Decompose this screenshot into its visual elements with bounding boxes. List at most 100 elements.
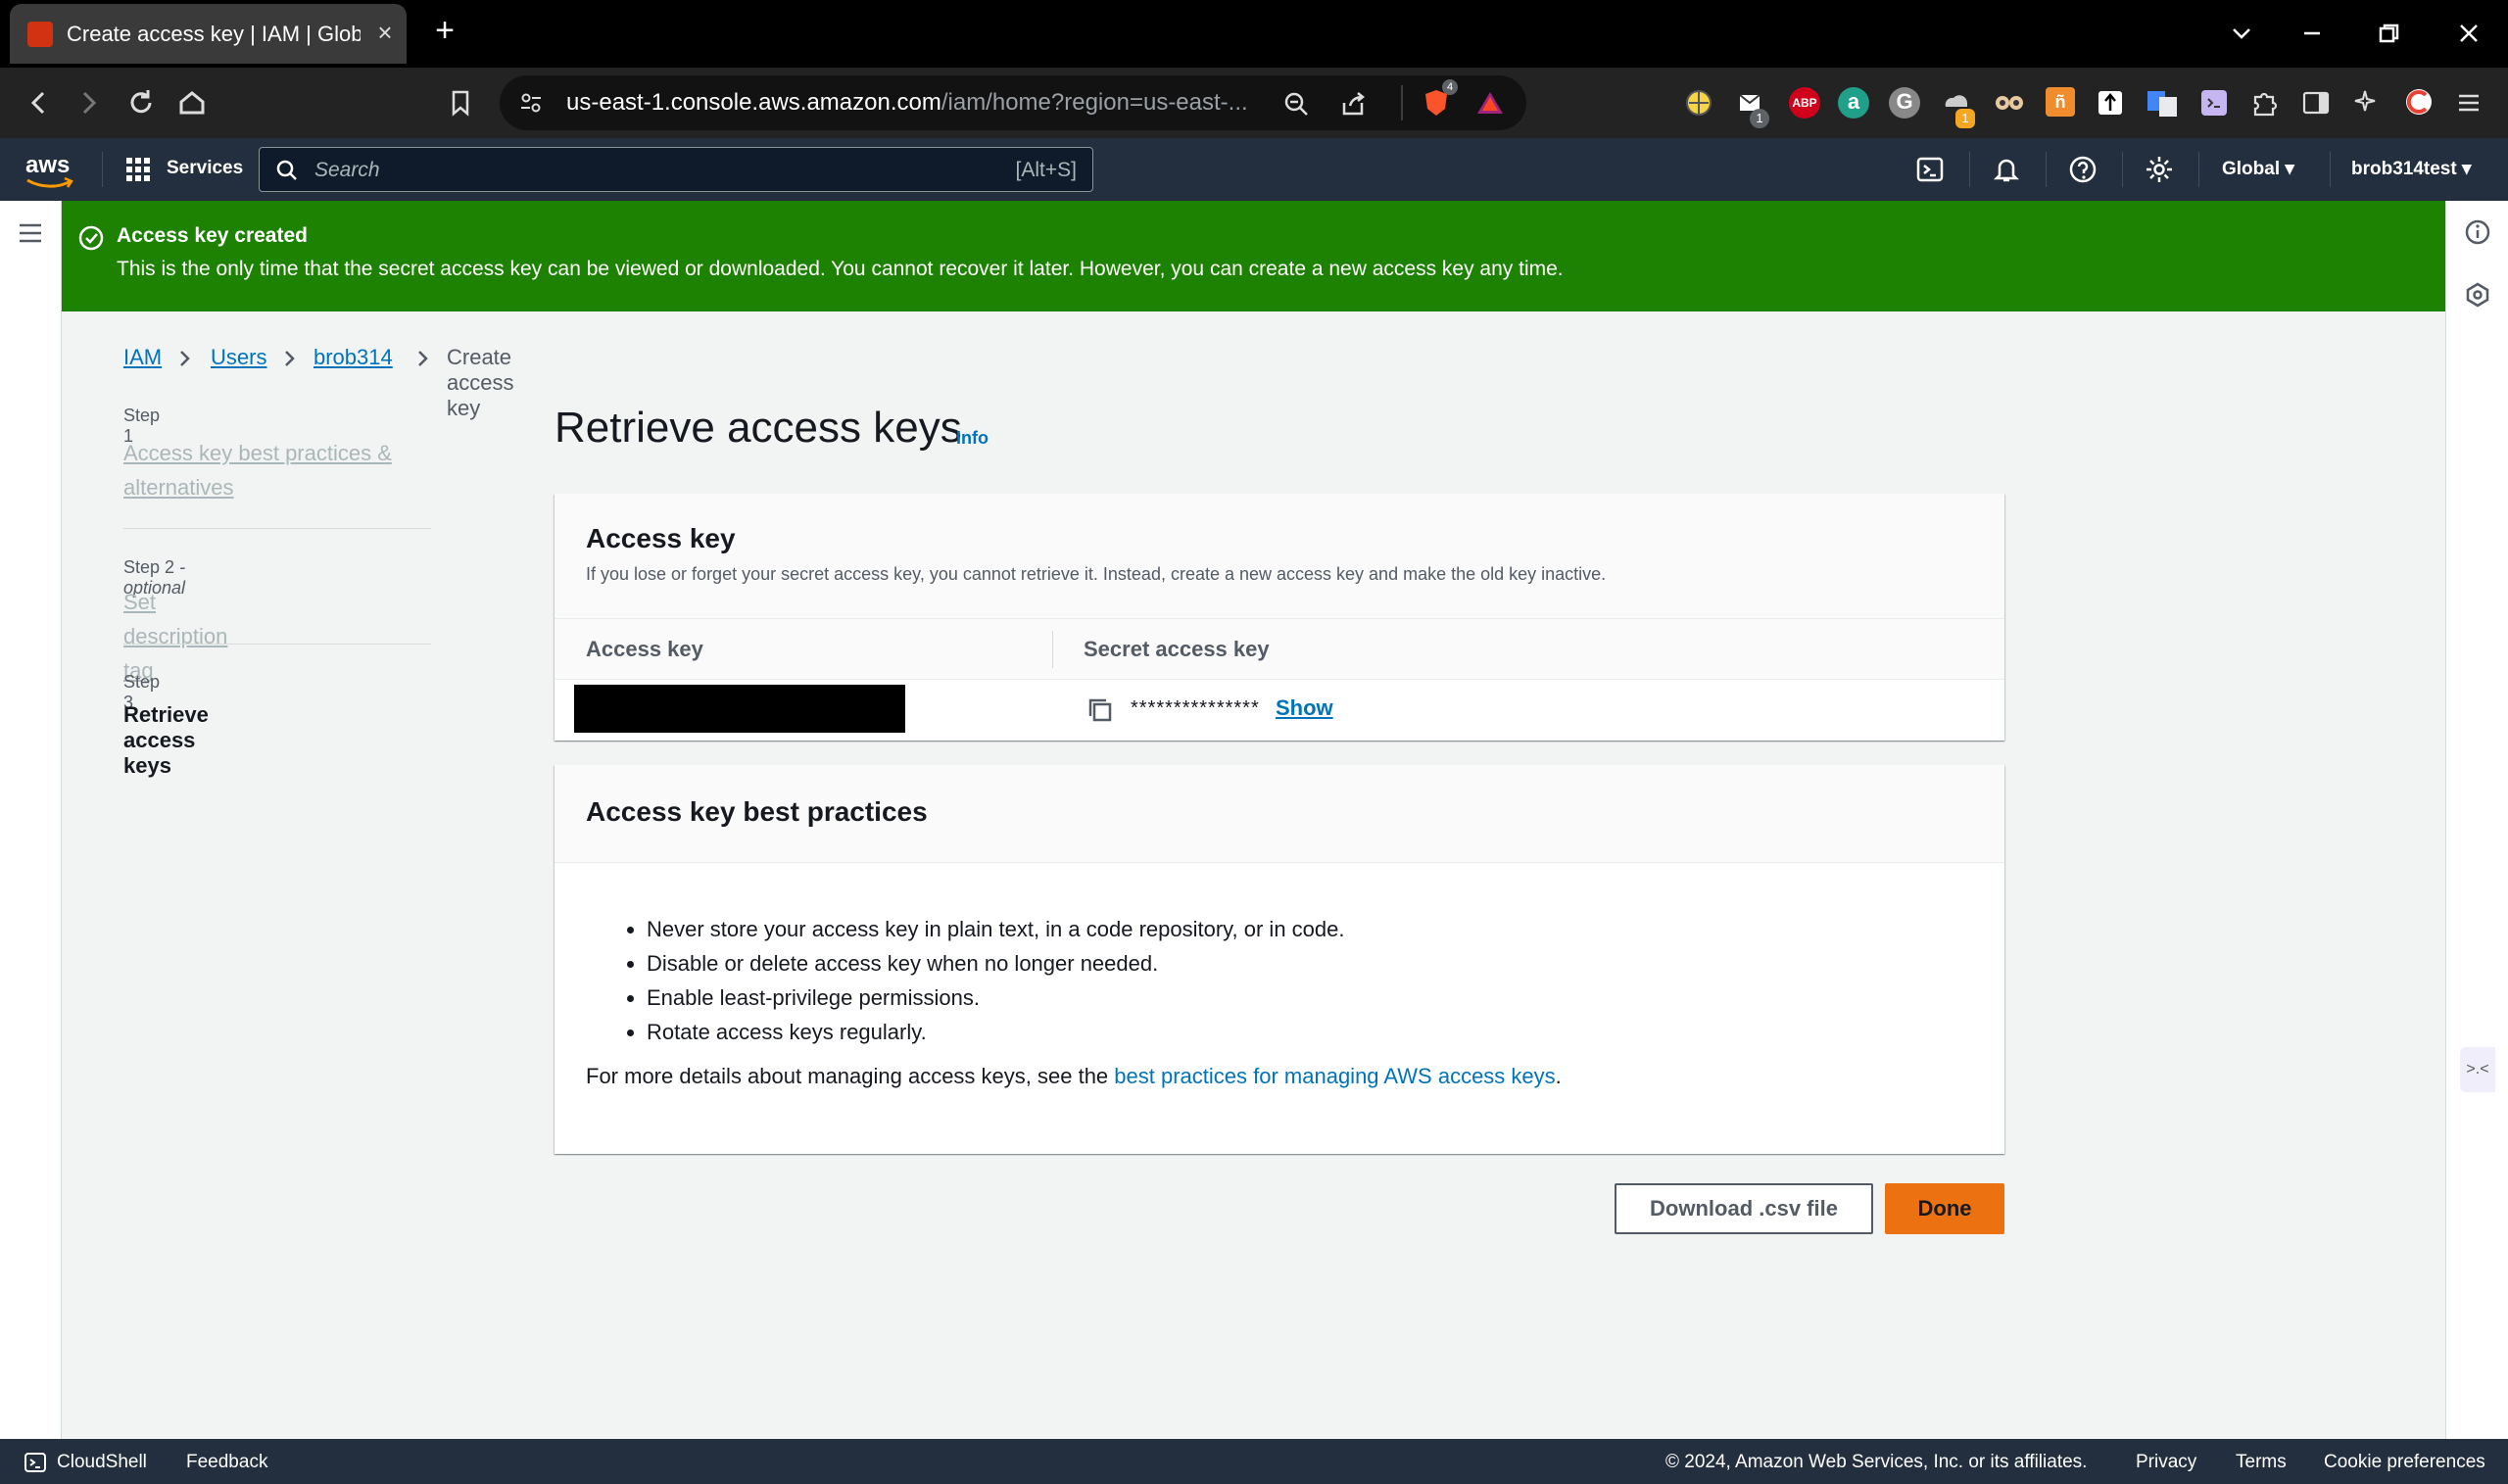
access-key-value-redacted: [574, 685, 905, 733]
browser-tab[interactable]: Create access key | IAM | Global ×: [10, 4, 407, 64]
back-icon[interactable]: [22, 85, 57, 120]
terms-link[interactable]: Terms: [2236, 1452, 2287, 1473]
site-settings-icon[interactable]: [517, 89, 545, 117]
share-icon[interactable]: [1338, 89, 1368, 119]
list-item: Disable or delete access key when no lon…: [647, 946, 1345, 981]
success-flash-banner: Access key created This is the only time…: [62, 201, 2445, 311]
info-panel-icon[interactable]: [2464, 218, 2491, 246]
search-icon: [276, 160, 297, 180]
restore-icon[interactable]: [2369, 14, 2408, 53]
extensions-puzzle-icon[interactable]: [2249, 87, 2281, 119]
services-label: Services: [167, 158, 244, 178]
footer-suffix: .: [1555, 1064, 1562, 1088]
browser-menu-icon[interactable]: [2453, 87, 2484, 119]
step-divider: [123, 528, 431, 529]
aws-logo[interactable]: aws: [25, 152, 76, 188]
notifications-bell-icon[interactable]: [1991, 154, 2022, 185]
nav-divider: [2046, 152, 2047, 187]
help-icon[interactable]: [2067, 154, 2098, 185]
step-1-link[interactable]: Access key best practices & alternatives: [123, 436, 417, 504]
tab-title: Create access key | IAM | Global: [67, 22, 361, 46]
address-bar[interactable]: us-east-1.console.aws.amazon.com/iam/hom…: [500, 75, 1526, 130]
privacy-link[interactable]: Privacy: [2136, 1452, 2196, 1473]
breadcrumb-current: Create access key: [447, 345, 514, 420]
extension-purple-icon[interactable]: [2198, 87, 2230, 119]
best-practices-link[interactable]: best practices for managing AWS access k…: [1114, 1064, 1555, 1088]
right-tools-rail: >.<: [2445, 201, 2508, 1439]
services-grid-icon: [126, 158, 150, 181]
search-input[interactable]: Search [Alt+S]: [259, 147, 1093, 192]
browser-toolbar: us-east-1.console.aws.amazon.com/iam/hom…: [0, 68, 2508, 138]
best-practices-list: Never store your access key in plain tex…: [617, 912, 1345, 1049]
tab-search-icon[interactable]: [2222, 14, 2261, 53]
adblock-plus-icon[interactable]: ABP: [1789, 87, 1820, 119]
cookie-preferences-link[interactable]: Cookie preferences: [2324, 1452, 2485, 1473]
cloudshell-link[interactable]: CloudShell: [57, 1452, 147, 1473]
brave-rewards-icon[interactable]: [1475, 89, 1505, 117]
bookmark-icon[interactable]: [443, 85, 478, 120]
access-key-card-description: If you lose or forget your secret access…: [586, 564, 1607, 584]
breadcrumb-iam[interactable]: IAM: [123, 345, 162, 370]
sidebar-toggle-icon[interactable]: [2300, 87, 2332, 119]
url-host: us-east-1.console.aws.amazon.com: [566, 89, 941, 116]
side-tool-tab-icon[interactable]: >.<: [2460, 1047, 2495, 1092]
grammarly-icon[interactable]: G: [1889, 87, 1920, 119]
breadcrumb-user[interactable]: brob314: [314, 345, 393, 370]
breadcrumb-chevron-icon: [285, 351, 295, 366]
cloudshell-footer-icon[interactable]: [24, 1451, 47, 1474]
url-text: us-east-1.console.aws.amazon.com/iam/hom…: [566, 89, 1272, 119]
extension-weather-badge: 1: [1955, 109, 1975, 128]
aws-favicon-icon: [27, 22, 53, 47]
home-icon[interactable]: [174, 85, 210, 120]
aws-console-nav: aws Services Search [Alt+S] Global ▾ bro…: [0, 138, 2508, 201]
download-csv-button[interactable]: Download .csv file: [1615, 1183, 1873, 1234]
settings-gear-icon[interactable]: [2144, 154, 2175, 185]
best-practices-footer: For more details about managing access k…: [586, 1064, 1562, 1089]
aws-logo-text: aws: [25, 152, 71, 178]
menu-hamburger-icon[interactable]: [18, 220, 43, 246]
close-window-icon[interactable]: [2449, 14, 2488, 53]
account-menu[interactable]: brob314test ▾: [2351, 158, 2472, 180]
flash-message: This is the only time that the secret ac…: [117, 258, 1564, 280]
resources-panel-icon[interactable]: [2464, 281, 2491, 309]
tab-close-icon[interactable]: ×: [370, 18, 400, 47]
leo-ai-icon[interactable]: [2351, 87, 2383, 119]
extension-a-icon[interactable]: a: [1838, 87, 1869, 119]
copy-icon[interactable]: [1085, 695, 1115, 725]
nav-divider: [2198, 152, 2199, 187]
breadcrumb-users[interactable]: Users: [211, 345, 266, 370]
extension-eyes-icon[interactable]: [1993, 87, 2026, 119]
copyright-text: © 2024, Amazon Web Services, Inc. or its…: [1665, 1452, 2088, 1472]
page-title: Retrieve access keys: [555, 404, 962, 452]
google-translate-icon[interactable]: [2146, 87, 2179, 119]
profile-avatar-icon[interactable]: [2402, 85, 2436, 119]
show-secret-link[interactable]: Show: [1276, 695, 1333, 721]
col-access-key: Access key: [586, 637, 703, 661]
step-2-number: Step 2: [123, 557, 175, 577]
new-tab-icon[interactable]: +: [427, 14, 462, 49]
breadcrumb-chevron-icon: [180, 351, 190, 366]
col-secret-access-key: Secret access key: [1084, 637, 1270, 661]
nav-divider: [2330, 152, 2331, 187]
breadcrumb-chevron-icon: [418, 351, 428, 366]
shields-count-badge: 4: [1442, 79, 1458, 95]
region-selector[interactable]: Global ▾: [2222, 158, 2294, 180]
done-button[interactable]: Done: [1885, 1183, 2004, 1234]
list-item: Rotate access keys regularly.: [647, 1015, 1345, 1049]
success-check-icon: [78, 225, 104, 251]
info-link[interactable]: Info: [956, 428, 989, 449]
extension-orange-icon[interactable]: ñ: [2046, 87, 2075, 117]
best-practices-card-header: Access key best practices: [555, 765, 2004, 863]
console-footer: CloudShell Feedback © 2024, Amazon Web S…: [0, 1439, 2508, 1484]
cloudshell-icon[interactable]: [1914, 154, 1946, 185]
minimize-icon[interactable]: [2292, 14, 2332, 53]
reload-icon[interactable]: [123, 85, 159, 120]
url-path: /iam/home?region=us-east-...: [940, 89, 1248, 116]
feedback-link[interactable]: Feedback: [186, 1452, 267, 1473]
zoom-icon[interactable]: [1281, 89, 1311, 119]
column-divider: [1052, 631, 1053, 668]
extension-bitwarden-icon[interactable]: [2095, 87, 2126, 119]
forward-icon[interactable]: [71, 85, 106, 120]
extension-globe-icon[interactable]: [1683, 87, 1714, 119]
list-item: Enable least-privilege permissions.: [647, 981, 1345, 1015]
